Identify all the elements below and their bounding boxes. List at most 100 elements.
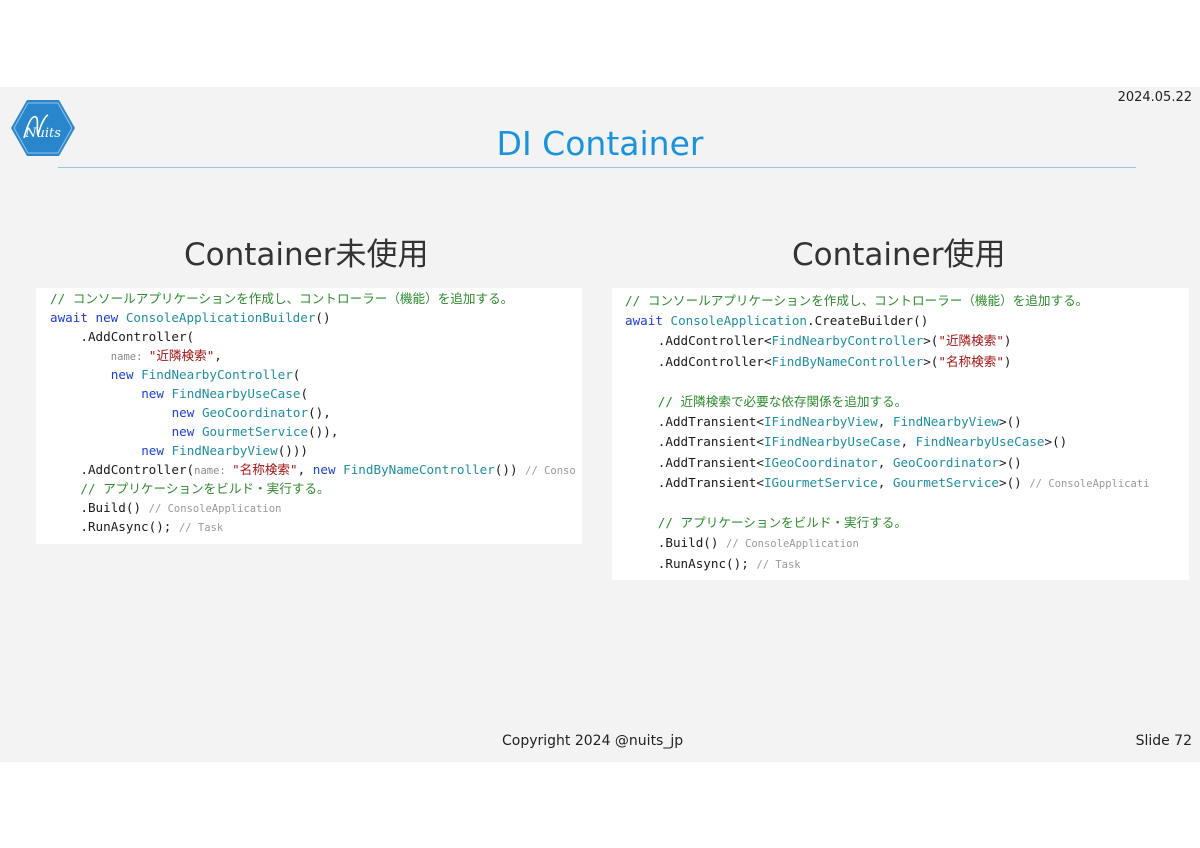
code-token: .AddController( [80, 329, 195, 344]
code-line: .AddTransient<IFindNearbyUseCase, FindNe… [625, 432, 1067, 451]
code-token: name: [194, 465, 233, 477]
code-token: .CreateBuilder() [806, 313, 929, 329]
slide-number: Slide 72 [1135, 733, 1192, 749]
code-token: IFindNearbyView [763, 414, 878, 430]
code-token: "近隣検索" [938, 333, 1004, 349]
code-token: , [214, 348, 222, 363]
code-token: (), [308, 405, 331, 420]
code-line: new FindNearbyUseCase( [50, 384, 308, 403]
code-token: await [50, 310, 96, 325]
code-token: new [141, 386, 172, 401]
code-token: FindNearbyController [771, 333, 924, 349]
code-token: , [900, 434, 916, 450]
code-token: ( [300, 386, 309, 401]
slide-title: DI Container [496, 124, 704, 163]
slide: 2024.05.22 Nuits DI Container Container未… [0, 87, 1200, 762]
code-token: // コンソールアプリケーションを作成し、コントローラー（機能）を追加する。 [625, 293, 1089, 308]
code-token: , [877, 454, 893, 470]
code-block-with-container: // コンソールアプリケーションを作成し、コントローラー（機能）を追加する。 aw… [612, 288, 1189, 580]
code-token: GeoCoordinator [892, 454, 1000, 470]
code-line: new FindNearbyController( [50, 365, 301, 384]
code-token: await [625, 313, 671, 329]
code-token: >() [999, 454, 1022, 470]
code-token: new [141, 443, 172, 458]
heading-without-container: Container未使用 [184, 237, 429, 273]
code-token: FindNearbyView [892, 414, 1000, 430]
code-line: .RunAsync(); // Task [50, 517, 223, 536]
code-token: FindNearbyView [171, 443, 278, 458]
code-token: // ConsoleApplicati [1029, 477, 1150, 490]
code-token: .AddTransient< [657, 434, 764, 450]
copyright: Copyright 2024 @nuits_jp [502, 733, 684, 749]
code-line: .Build() // ConsoleApplication [50, 498, 281, 517]
code-line: .AddController(name: "名称検索", new FindByN… [50, 460, 576, 479]
code-token: // ConsoleApplication [726, 538, 859, 551]
code-token: .AddController< [657, 353, 772, 369]
code-line: .AddTransient<IGeoCoordinator, GeoCoordi… [625, 453, 1022, 472]
code-line: new FindNearbyView())) [50, 441, 308, 460]
code-token: ConsoleApplicationBuilder [125, 310, 316, 325]
code-line: name: "近隣検索", [50, 346, 222, 365]
code-token: ()), [308, 424, 339, 439]
code-token: >( [923, 333, 939, 349]
code-line: .AddController<FindByNameController>("名称… [625, 352, 1012, 371]
code-token: >() [1044, 434, 1068, 450]
code-token: FindByNameController [771, 353, 924, 369]
title-divider [58, 167, 1136, 168]
heading-with-container: Container使用 [792, 237, 1006, 273]
code-line: .AddController<FindNearbyController>("近隣… [625, 331, 1012, 350]
code-line: // 近隣検索で必要な依存関係を追加する。 [625, 392, 907, 411]
code-token: GourmetService [892, 474, 1000, 490]
code-token: new [95, 310, 126, 325]
code-token: >() [999, 474, 1030, 490]
code-token: ())) [277, 443, 309, 458]
code-token: FindByNameController [343, 462, 495, 477]
code-token: ConsoleApplication [670, 313, 807, 329]
code-line: // アプリケーションをビルド・実行する。 [50, 479, 330, 498]
code-token: new [171, 424, 202, 439]
code-token: // Conso [525, 465, 576, 477]
code-token: .AddTransient< [657, 454, 764, 470]
code-block-without-container: // コンソールアプリケーションを作成し、コントローラー（機能）を追加する。 aw… [36, 288, 582, 544]
code-line: await new ConsoleApplicationBuilder() [50, 308, 331, 327]
code-token: new [110, 367, 142, 382]
code-line: .AddTransient<IFindNearbyView, FindNearb… [625, 412, 1022, 431]
code-line: new GourmetService()), [50, 422, 339, 441]
code-token: // Task [178, 522, 224, 534]
code-token: >() [999, 414, 1022, 430]
code-token: IFindNearbyUseCase [763, 434, 901, 450]
code-line: .AddController( [50, 327, 194, 346]
code-token: "名称検索" [938, 353, 1004, 369]
code-line: .Build() // ConsoleApplication [625, 533, 859, 552]
code-line: // アプリケーションをビルド・実行する。 [625, 513, 907, 532]
code-token: // 近隣検索で必要な依存関係を追加する。 [657, 394, 908, 409]
code-token: .Build() [657, 535, 727, 551]
code-token: ()) [494, 462, 526, 477]
code-token: .Build() [80, 500, 149, 515]
code-token: FindNearbyUseCase [915, 434, 1045, 450]
code-line: // コンソールアプリケーションを作成し、コントローラー（機能）を追加する。 [625, 291, 1088, 310]
code-token: name: [110, 351, 149, 363]
code-token: // アプリケーションをビルド・実行する。 [657, 515, 907, 531]
code-line: .RunAsync(); // Task [625, 554, 801, 573]
code-token: IGourmetService [763, 474, 878, 490]
code-token: .AddTransient< [657, 474, 764, 490]
code-token: .RunAsync(); [80, 519, 179, 534]
code-token: ( [292, 367, 301, 382]
code-token: "名称検索" [232, 462, 298, 477]
code-token: // アプリケーションをビルド・実行する。 [80, 481, 330, 496]
code-token: .AddController< [657, 333, 772, 349]
code-token: "近隣検索" [148, 348, 215, 363]
code-token: .AddTransient< [657, 414, 764, 430]
code-token: FindNearbyUseCase [171, 386, 301, 401]
slide-date: 2024.05.22 [1117, 90, 1192, 105]
code-token: , [297, 462, 313, 477]
code-line: .AddTransient<IGourmetService, GourmetSe… [625, 473, 1150, 492]
code-token: FindNearbyController [141, 367, 293, 382]
code-line: // コンソールアプリケーションを作成し、コントローラー（機能）を追加する。 [50, 289, 513, 308]
code-token: >( [923, 353, 939, 369]
code-token: ) [1003, 333, 1012, 349]
code-token: .RunAsync(); [657, 555, 757, 571]
code-token: new [312, 462, 344, 477]
code-token: () [315, 310, 331, 325]
